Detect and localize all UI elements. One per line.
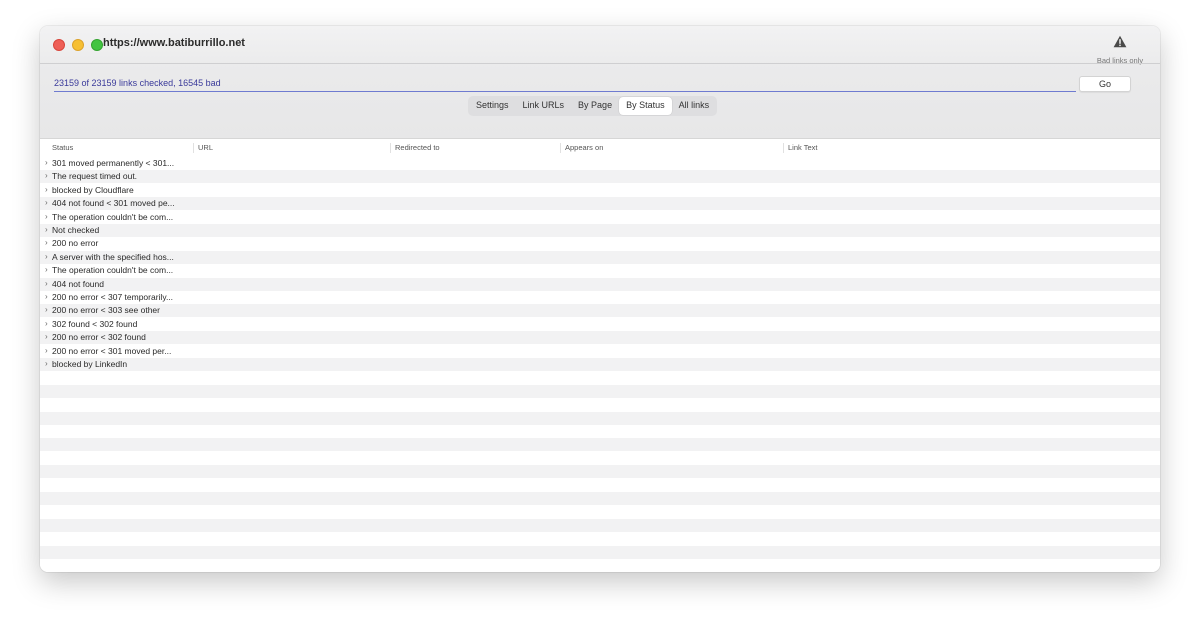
table-row[interactable]: › 302 found < 302 found (40, 317, 1160, 331)
table-row[interactable]: › The operation couldn't be com... (40, 264, 1160, 278)
empty-row (40, 438, 1160, 452)
table-body: › 301 moved permanently < 301... › The requ… (40, 157, 1160, 572)
table-row[interactable]: › 404 not found < 301 moved pe... (40, 197, 1160, 211)
progress-status: 23159 of 23159 links checked, 16545 bad (54, 78, 221, 88)
disclosure-chevron-icon[interactable]: › (45, 305, 48, 314)
disclosure-chevron-icon[interactable]: › (45, 292, 48, 301)
status-cell: A server with the specified hos... (52, 251, 174, 262)
disclosure-chevron-icon[interactable]: › (45, 185, 48, 194)
tab-settings[interactable]: Settings (469, 97, 516, 115)
status-cell: 302 found < 302 found (52, 318, 138, 329)
disclosure-chevron-icon[interactable]: › (45, 252, 48, 261)
status-cell: The operation couldn't be com... (52, 265, 174, 276)
disclosure-chevron-icon[interactable]: › (45, 198, 48, 207)
app-window: https://www.batiburrillo.net Bad links o… (40, 26, 1160, 572)
empty-row (40, 505, 1160, 519)
title-separator (40, 63, 1160, 64)
disclosure-chevron-icon[interactable]: › (45, 171, 48, 180)
disclosure-chevron-icon[interactable]: › (45, 265, 48, 274)
table-row[interactable]: › 200 no error (40, 237, 1160, 251)
table-row[interactable]: › blocked by Cloudflare (40, 183, 1160, 197)
table-row[interactable]: › The request timed out. (40, 170, 1160, 184)
tab-by-page[interactable]: By Page (571, 97, 619, 115)
status-cell: 404 not found (52, 278, 104, 289)
status-cell: 200 no error < 307 temporarily... (52, 292, 174, 302)
empty-row (40, 559, 1160, 572)
tab-link-urls[interactable]: Link URLs (516, 97, 572, 115)
empty-row (40, 371, 1160, 385)
disclosure-chevron-icon[interactable]: › (45, 319, 48, 328)
disclosure-chevron-icon[interactable]: › (45, 225, 48, 234)
status-cell: Not checked (52, 225, 100, 235)
empty-row (40, 398, 1160, 412)
status-cell: blocked by Cloudflare (52, 184, 134, 195)
view-tabs: Settings Link URLs By Page By Status All… (468, 96, 718, 116)
url-field[interactable]: 23159 of 23159 links checked, 16545 bad (54, 77, 1076, 92)
disclosure-chevron-icon[interactable]: › (45, 359, 48, 368)
empty-row (40, 478, 1160, 492)
toolbar: https://www.batiburrillo.net Bad links o… (40, 26, 1160, 139)
table-row[interactable]: › 301 moved permanently < 301... (40, 157, 1160, 170)
empty-row (40, 425, 1160, 438)
status-cell: blocked by LinkedIn (52, 359, 128, 369)
table-row[interactable]: › Not checked (40, 224, 1160, 237)
table-row[interactable]: › blocked by LinkedIn (40, 358, 1160, 371)
table-row[interactable]: › 404 not found (40, 277, 1160, 291)
disclosure-chevron-icon[interactable]: › (45, 238, 48, 247)
window-title: https://www.batiburrillo.net (103, 37, 245, 49)
minimize-window-button[interactable] (72, 39, 84, 51)
empty-row (40, 465, 1160, 479)
table-row[interactable]: › 200 no error < 303 see other (40, 304, 1160, 318)
empty-row (40, 411, 1160, 425)
window-controls (53, 39, 103, 51)
table-row[interactable]: › 200 no error < 307 temporarily... (40, 291, 1160, 304)
status-cell: 200 no error < 302 found (52, 332, 146, 343)
column-header-link-text[interactable]: Link Text (783, 143, 1153, 153)
empty-row (40, 451, 1160, 465)
close-window-button[interactable] (53, 39, 65, 51)
disclosure-chevron-icon[interactable]: › (45, 332, 48, 341)
column-header-appears-on[interactable]: Appears on (560, 143, 783, 153)
disclosure-chevron-icon[interactable]: › (45, 279, 48, 288)
empty-row (40, 545, 1160, 559)
status-cell: 200 no error < 301 moved per... (52, 345, 172, 356)
results-table: Status URL Redirected to Appears on Link… (40, 139, 1160, 572)
table-row[interactable]: › 200 no error < 301 moved per... (40, 344, 1160, 358)
empty-row (40, 492, 1160, 505)
disclosure-chevron-icon[interactable]: › (45, 346, 48, 355)
column-header-url[interactable]: URL (193, 143, 390, 153)
table-row[interactable]: › A server with the specified hos... (40, 250, 1160, 264)
status-cell: The operation couldn't be com... (52, 211, 174, 222)
empty-row (40, 532, 1160, 546)
table-row[interactable]: › The operation couldn't be com... (40, 210, 1160, 224)
empty-row (40, 518, 1160, 532)
table-row[interactable]: › 200 no error < 302 found (40, 331, 1160, 345)
disclosure-chevron-icon[interactable]: › (45, 158, 48, 167)
empty-row (40, 384, 1160, 398)
table-header: Status URL Redirected to Appears on Link… (40, 139, 1160, 158)
zoom-window-button[interactable] (91, 39, 103, 51)
go-button[interactable]: Go (1079, 76, 1131, 92)
column-header-redirected-to[interactable]: Redirected to (390, 143, 560, 153)
warning-icon (1113, 35, 1127, 48)
tab-by-status[interactable]: By Status (619, 97, 672, 115)
column-header-status[interactable]: Status (48, 143, 193, 153)
status-cell: 200 no error < 303 see other (52, 305, 160, 316)
disclosure-chevron-icon[interactable]: › (45, 212, 48, 221)
status-cell: 200 no error (52, 238, 99, 249)
status-cell: The request timed out. (52, 171, 138, 182)
status-cell: 404 not found < 301 moved pe... (52, 198, 175, 209)
tab-all-links[interactable]: All links (672, 97, 717, 115)
status-cell: 301 moved permanently < 301... (52, 158, 175, 168)
